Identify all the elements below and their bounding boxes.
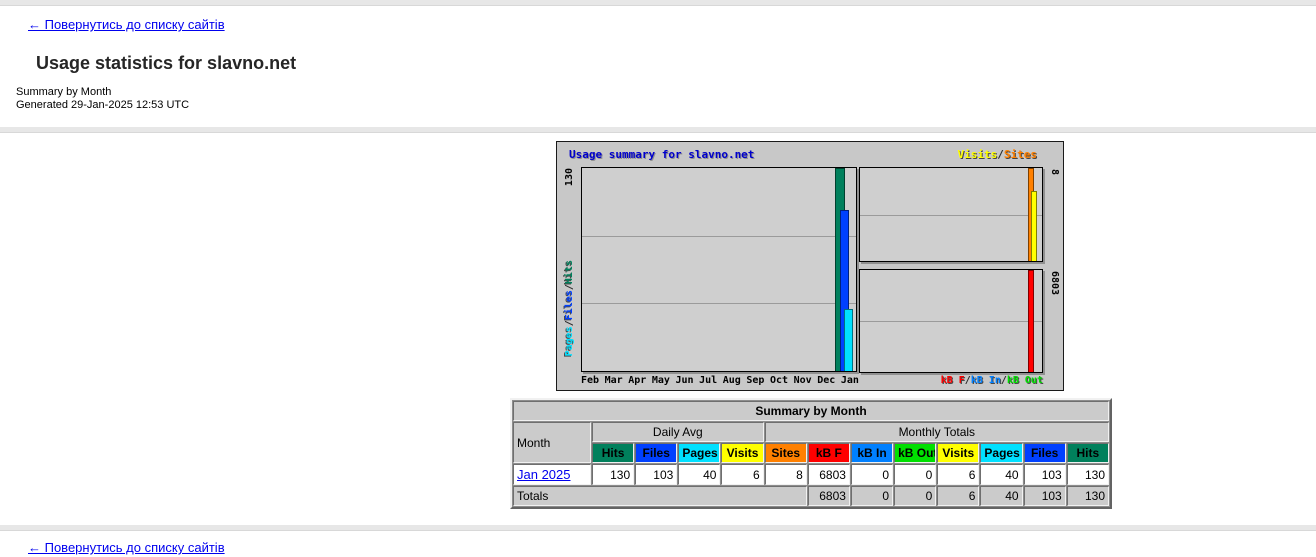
summary-by-month-table: Summary by Month Month Daily Avg Monthly… (510, 398, 1112, 509)
totals-files: 103 (1024, 486, 1066, 506)
month-tick-label: Jan (841, 375, 859, 386)
month-tick-label: Jun (676, 375, 694, 386)
page-footer: ← Повернутись до списку сайтів (0, 525, 1316, 557)
totals-kbf: 6803 (808, 486, 850, 506)
month-tick-label: Sep (746, 375, 764, 386)
legend-kbin-label: kB In (971, 375, 1001, 386)
totals-visits: 6 (937, 486, 979, 506)
stat-visits-total: 6 (937, 464, 979, 485)
stat-files-avg: 103 (635, 464, 677, 485)
y-axis-max-sites: 8 (1048, 169, 1060, 175)
back-to-sites-link[interactable]: ← Повернутись до списку сайтів (28, 17, 225, 32)
summary-by-month-text: Summary by Month (16, 86, 1316, 99)
footer-back-link[interactable]: ← Повернутись до списку сайтів (28, 540, 225, 555)
visits-sites-plot (859, 167, 1043, 262)
totals-kbout: 0 (894, 486, 936, 506)
column-header-pages-total: Pages (980, 443, 1022, 463)
report-meta: Summary by Month Generated 29-Jan-2025 1… (16, 86, 1316, 112)
bar-pages (844, 309, 853, 371)
footer-link-row: ← Повернутись до списку сайтів (28, 539, 1316, 557)
month-tick-label: Feb (581, 375, 599, 386)
legend-visits-label: Visits (958, 148, 998, 161)
legend-kbout-label: kB Out (1007, 375, 1043, 386)
stat-files-total: 103 (1024, 464, 1066, 485)
stat-hits-avg: 130 (592, 464, 634, 485)
axis-files-label: Files (564, 290, 575, 320)
generated-timestamp: Generated 29-Jan-2025 12:53 UTC (16, 99, 1316, 112)
page-title: Usage statistics for slavno.net (36, 53, 1316, 74)
totals-hits: 130 (1067, 486, 1109, 506)
kbytes-plot (859, 269, 1043, 373)
column-header-kbin: kB In (851, 443, 893, 463)
axis-pages-label: Pages (564, 326, 575, 356)
bar-kb-f (1028, 270, 1034, 372)
stat-kbin: 0 (851, 464, 893, 485)
column-header-kbf: kB F (808, 443, 850, 463)
month-tick-label: Oct (770, 375, 788, 386)
legend-separator: / (997, 148, 1004, 161)
top-divider (0, 0, 1316, 6)
column-header-files-avg: Files (635, 443, 677, 463)
column-header-pages-avg: Pages (678, 443, 720, 463)
stat-hits-total: 130 (1067, 464, 1109, 485)
month-tick-label: May (652, 375, 670, 386)
stat-pages-avg: 40 (678, 464, 720, 485)
month-tick-label: Mar (605, 375, 623, 386)
totals-label: Totals (513, 486, 807, 506)
month-tick-label: Aug (723, 375, 741, 386)
bottom-divider (0, 525, 1316, 531)
table-data-row: Jan 2025 130 103 40 6 8 6803 0 0 6 40 10… (513, 464, 1109, 485)
legend-kbf-label: kB F (941, 375, 965, 386)
graph-legend-kbytes: kB F/kB In/kB Out (941, 375, 1043, 386)
axis-hits-label: Hits (564, 260, 575, 284)
column-header-kbout: kB Out (894, 443, 936, 463)
stat-kbout: 0 (894, 464, 936, 485)
month-tick-label: Jul (699, 375, 717, 386)
totals-pages: 40 (980, 486, 1022, 506)
table-totals-row: Totals 6803 0 0 6 40 103 130 (513, 486, 1109, 506)
table-column-header-row: Hits Files Pages Visits Sites kB F kB In… (513, 443, 1109, 463)
monthly-totals-group-header: Monthly Totals (765, 422, 1109, 442)
month-column-header: Month (513, 422, 591, 463)
stat-kbf: 6803 (808, 464, 850, 485)
month-tick-label: Apr (628, 375, 646, 386)
legend-sites-label: Sites (1004, 148, 1037, 161)
back-link-row: ← Повернутись до списку сайтів (28, 16, 1316, 34)
y-axis-series-label: Pages/Files/Hits (564, 260, 576, 356)
column-header-visits-avg: Visits (721, 443, 763, 463)
y-axis-max-kbytes: 6803 (1048, 271, 1060, 295)
month-tick-label: Dec (817, 375, 835, 386)
column-header-hits-avg: Hits (592, 443, 634, 463)
month-detail-link[interactable]: Jan 2025 (517, 467, 571, 482)
bar-visits (1031, 191, 1037, 261)
stat-pages-total: 40 (980, 464, 1022, 485)
daily-avg-group-header: Daily Avg (592, 422, 764, 442)
stat-visits-avg: 6 (721, 464, 763, 485)
graph-legend-visits-sites: Visits/Sites (958, 148, 1038, 161)
month-tick-label: Nov (794, 375, 812, 386)
y-axis-max-hits: 130 (564, 168, 576, 186)
column-header-files-total: Files (1024, 443, 1066, 463)
column-header-visits-total: Visits (937, 443, 979, 463)
table-title-row: Summary by Month (513, 401, 1109, 421)
column-header-hits-total: Hits (1067, 443, 1109, 463)
totals-kbin: 0 (851, 486, 893, 506)
axis-separator: / (564, 284, 575, 290)
x-axis-months: Feb Mar Apr May Jun Jul Aug Sep Oct Nov Dec Jan (581, 375, 859, 386)
main-plot (581, 167, 857, 372)
usage-summary-graph: Usage summary for slavno.net Visits/Site… (556, 141, 1064, 391)
stat-sites: 8 (765, 464, 807, 485)
axis-separator: / (564, 320, 575, 326)
column-header-sites: Sites (765, 443, 807, 463)
month-cell: Jan 2025 (513, 464, 591, 485)
graph-title: Usage summary for slavno.net (569, 148, 754, 161)
divider (0, 127, 1316, 133)
table-title: Summary by Month (513, 401, 1109, 421)
table-group-header-row: Month Daily Avg Monthly Totals (513, 422, 1109, 442)
